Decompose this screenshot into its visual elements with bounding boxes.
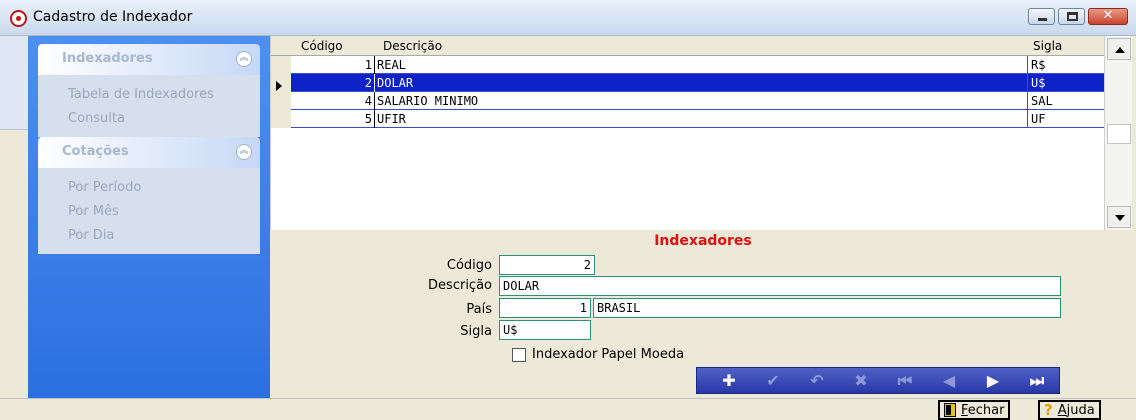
pais-label: País [466, 302, 492, 317]
descricao-field[interactable]: DOLAR [499, 276, 1061, 296]
prior-icon: ◀ [942, 371, 956, 390]
close-window-button[interactable]: ✕ [1088, 8, 1128, 25]
scroll-down-button[interactable] [1107, 206, 1131, 228]
check-icon: ✔ [766, 371, 780, 390]
descricao-label: Descrição [428, 278, 492, 293]
column-header-descricao[interactable]: Descrição [383, 39, 442, 53]
group-body: Por Período Por Mês Por Dia [38, 168, 260, 254]
next-icon: ▶ [986, 371, 1000, 390]
group-cotacoes: Cotações ︽ Por Período Por Mês Por Dia [38, 137, 260, 254]
cell-sigla: SAL [1027, 92, 1105, 110]
cell-codigo: 2 [291, 74, 375, 92]
app-icon [10, 10, 27, 27]
current-row-pointer-icon [276, 81, 282, 91]
ajuda-label: Ajuda [1057, 402, 1095, 418]
sidebar: Indexadores ︽ Tabela de Indexadores Cons… [28, 36, 270, 398]
cell-sigla: U$ [1027, 74, 1105, 92]
grid-header: Código Descrição Sigla [271, 36, 1105, 56]
sidebar-item-por-dia[interactable]: Por Dia [38, 224, 260, 248]
table-row[interactable]: 5 UFIR UF [291, 110, 1105, 128]
table-row-selected[interactable]: 2 DOLAR U$ [291, 74, 1105, 92]
title-bar[interactable]: Cadastro de Indexador ✕ [0, 0, 1136, 36]
collapse-icon[interactable]: ︽ [236, 144, 252, 160]
row-indicator-column [271, 56, 291, 128]
group-title: Indexadores [62, 51, 153, 66]
delete-icon: ✖ [854, 371, 868, 390]
group-title: Cotações [62, 144, 129, 159]
cell-codigo: 4 [291, 92, 375, 110]
window-controls: ✕ [1028, 8, 1128, 25]
grid-scrollbar[interactable] [1104, 36, 1132, 230]
group-header-cotacoes[interactable]: Cotações ︽ [38, 137, 260, 168]
arrow-up-icon [1115, 47, 1125, 53]
window-title: Cadastro de Indexador [33, 9, 193, 25]
form-title: Indexadores [654, 233, 752, 249]
first-record-button[interactable]: ⏮ [883, 368, 927, 393]
sidebar-item-consulta[interactable]: Consulta [38, 107, 260, 131]
undo-icon: ↶ [810, 371, 824, 390]
cell-sigla: R$ [1027, 56, 1105, 74]
column-header-codigo[interactable]: Código [301, 39, 343, 53]
cell-codigo: 5 [291, 110, 375, 128]
scroll-thumb[interactable] [1107, 124, 1131, 144]
next-record-button[interactable]: ▶ [971, 368, 1015, 393]
pais-code-field[interactable]: 1 [499, 298, 591, 318]
sidebar-item-por-mes[interactable]: Por Mês [38, 200, 260, 224]
codigo-label: Código [446, 258, 492, 273]
first-icon: ⏮ [897, 371, 913, 390]
sidebar-item-por-periodo[interactable]: Por Período [38, 176, 260, 200]
arrow-down-icon [1115, 215, 1125, 221]
door-icon [944, 403, 956, 417]
cell-codigo: 1 [291, 56, 375, 74]
plus-icon: ✚ [722, 371, 736, 390]
papel-moeda-checkbox[interactable] [512, 348, 526, 362]
maximize-button[interactable] [1058, 8, 1085, 25]
group-body: Tabela de Indexadores Consulta [38, 75, 260, 137]
scroll-up-button[interactable] [1107, 38, 1131, 60]
sidebar-item-tabela-indexadores[interactable]: Tabela de Indexadores [38, 83, 260, 107]
insert-button[interactable]: ✚ [707, 368, 751, 393]
minimize-button[interactable] [1028, 8, 1055, 25]
ajuda-button[interactable]: ? Ajuda [1038, 400, 1101, 420]
edit-form: Indexadores Código 2 Descrição DOLAR Paí… [270, 230, 1136, 398]
left-strip [0, 36, 28, 398]
cell-sigla: UF [1027, 110, 1105, 128]
fechar-button[interactable]: Fechar [938, 400, 1011, 420]
status-bar: Fechar ? Ajuda [0, 398, 1136, 420]
fechar-label: Fechar [961, 402, 1005, 418]
post-button[interactable]: ✔ [751, 368, 795, 393]
group-indexadores: Indexadores ︽ Tabela de Indexadores Cons… [38, 44, 260, 137]
close-icon: ✕ [1102, 8, 1114, 23]
cell-descricao: REAL [377, 58, 406, 72]
delete-button[interactable]: ✖ [839, 368, 883, 393]
question-icon: ? [1044, 401, 1053, 419]
cancel-button[interactable]: ↶ [795, 368, 839, 393]
cell-descricao: DOLAR [377, 76, 414, 90]
collapse-icon[interactable]: ︽ [236, 51, 252, 67]
column-header-sigla[interactable]: Sigla [1033, 39, 1062, 53]
last-icon: ⏭ [1029, 371, 1045, 390]
table-row[interactable]: 1 REAL R$ [291, 56, 1105, 74]
cell-descricao: SALARIO MINIMO [377, 94, 479, 108]
data-grid[interactable]: Código Descrição Sigla 1 REAL R$ 2 DOLAR… [270, 36, 1105, 230]
db-navigator: ✚ ✔ ↶ ✖ ⏮ ◀ ▶ ⏭ [696, 367, 1060, 394]
maximize-icon [1067, 12, 1078, 21]
cell-descricao: UFIR [377, 112, 406, 126]
last-record-button[interactable]: ⏭ [1015, 368, 1059, 393]
papel-moeda-label: Indexador Papel Moeda [532, 347, 685, 362]
prior-record-button[interactable]: ◀ [927, 368, 971, 393]
pais-name-field[interactable]: BRASIL [593, 298, 1061, 318]
sigla-field[interactable]: U$ [499, 320, 591, 340]
sigla-label: Sigla [460, 324, 492, 339]
minimize-icon [1038, 18, 1047, 21]
codigo-field[interactable]: 2 [499, 255, 595, 275]
main-window: Cadastro de Indexador ✕ Indexadores ︽ Ta… [0, 0, 1136, 420]
group-header-indexadores[interactable]: Indexadores ︽ [38, 44, 260, 75]
table-row[interactable]: 4 SALARIO MINIMO SAL [291, 92, 1105, 110]
